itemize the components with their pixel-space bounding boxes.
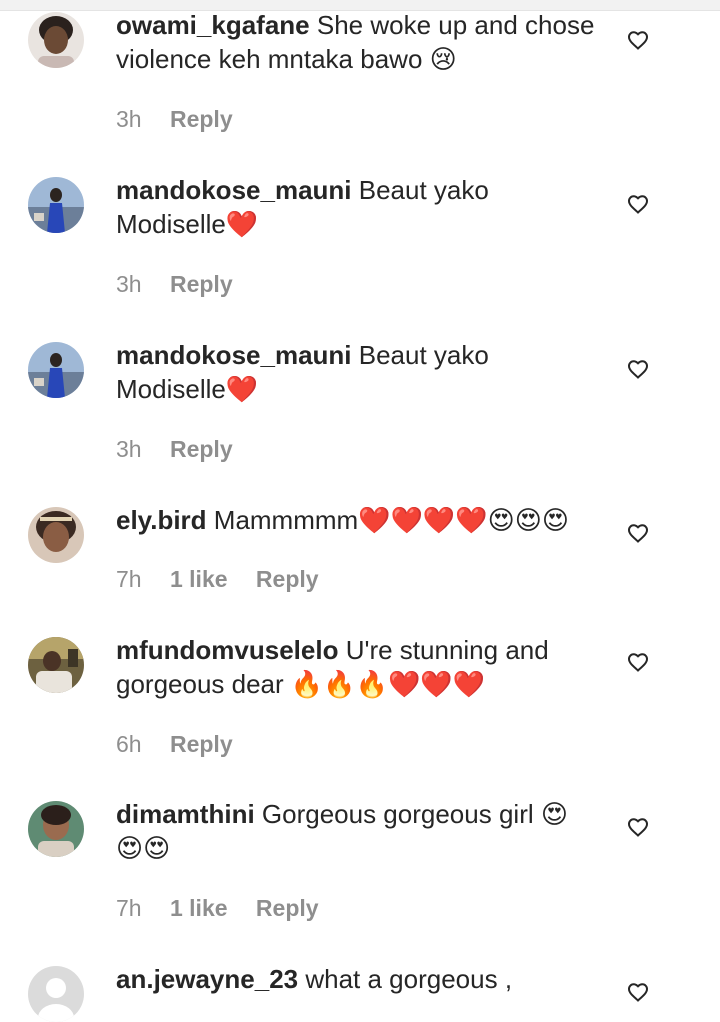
comment-text: dimamthini Gorgeous gorgeous girl 😍 😍😍 [116,797,601,865]
comment-username[interactable]: mandokose_mauni [116,175,352,205]
default-avatar-icon[interactable] [28,966,84,1022]
reply-button[interactable]: Reply [170,731,233,757]
avatar[interactable] [28,342,84,398]
reply-button[interactable]: Reply [256,895,319,921]
comment-text: mandokose_mauni Beaut yako Modiselle❤️ [116,173,601,241]
comment-meta: 7h 1 like Reply [116,565,319,593]
avatar[interactable] [28,637,84,693]
reply-button[interactable]: Reply [170,271,233,297]
comment-text: owami_kgafane She woke up and chose viol… [116,8,601,76]
reply-button[interactable]: Reply [256,566,319,592]
heart-outline-icon[interactable] [626,650,650,674]
comment-username[interactable]: mfundomvuselelo [116,635,338,665]
comment-meta: 6h Reply [116,730,233,758]
comment-username[interactable]: mandokose_mauni [116,340,352,370]
like-count[interactable]: 1 like [170,895,228,921]
comment-time: 3h [116,436,142,462]
like-count[interactable]: 1 like [170,566,228,592]
comment-time: 7h [116,895,142,921]
comment-time: 3h [116,106,142,132]
comment-meta: 3h Reply [116,105,233,133]
reply-button[interactable]: Reply [170,106,233,132]
comment-meta: 3h Reply [116,270,233,298]
avatar[interactable] [28,177,84,233]
avatar[interactable] [28,507,84,563]
comment-text: ely.bird Mammmmm❤️❤️❤️❤️😍😍😍 [116,503,601,537]
comment-meta: 3h Reply [116,435,233,463]
comment-body: what a gorgeous , [305,964,513,994]
heart-outline-icon[interactable] [626,357,650,381]
heart-outline-icon[interactable] [626,980,650,1004]
heart-outline-icon[interactable] [626,28,650,52]
heart-outline-icon[interactable] [626,192,650,216]
avatar[interactable] [28,801,84,857]
heart-outline-icon[interactable] [626,521,650,545]
comment-time: 7h [116,566,142,592]
comment-time: 3h [116,271,142,297]
comment-text: mfundomvuselelo U're stunning and gorgeo… [116,633,601,701]
comment-time: 6h [116,731,142,757]
comment-username[interactable]: an.jewayne_23 [116,964,298,994]
comment-body: Mammmmm❤️❤️❤️❤️😍😍😍 [213,505,569,535]
comment-meta: 7h 1 like Reply [116,894,319,922]
reply-button[interactable]: Reply [170,436,233,462]
heart-outline-icon[interactable] [626,815,650,839]
comment-text: mandokose_mauni Beaut yako Modiselle❤️ [116,338,601,406]
comment-username[interactable]: owami_kgafane [116,10,310,40]
avatar[interactable] [28,12,84,68]
comment-username[interactable]: dimamthini [116,799,255,829]
comment-text: an.jewayne_23 what a gorgeous , [116,962,601,996]
comment-username[interactable]: ely.bird [116,505,207,535]
